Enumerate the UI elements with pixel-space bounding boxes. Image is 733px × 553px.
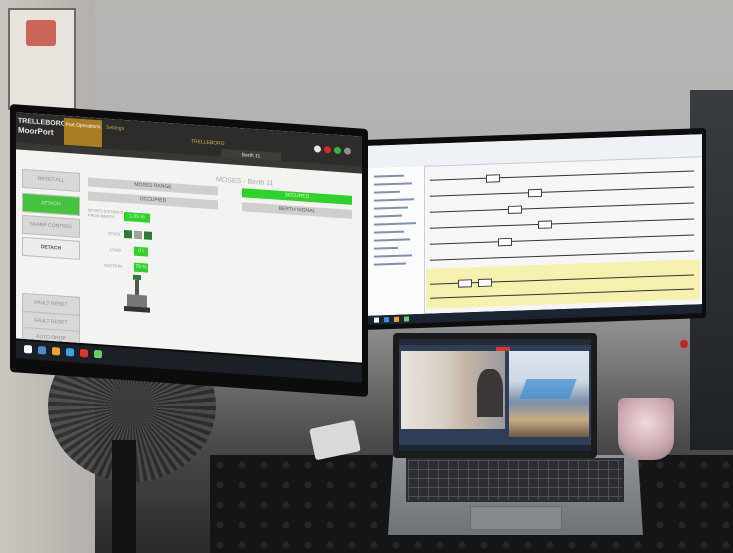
right-monitor	[364, 128, 706, 330]
left-monitor: TRELLEBORG MoorPort Port Operations Sett…	[10, 104, 368, 398]
rung-contact	[508, 205, 522, 214]
ladder-logic-window	[368, 134, 702, 316]
state-indicator-1	[124, 229, 132, 239]
toolbar-ribbon	[368, 134, 702, 169]
tab-settings[interactable]: Settings	[106, 125, 124, 132]
search-icon[interactable]	[384, 317, 389, 323]
laptop-keyboard	[406, 458, 624, 502]
project-tree	[368, 165, 425, 316]
rung-contact	[478, 278, 492, 288]
distance-value: 1.05 m	[124, 211, 150, 223]
start-icon[interactable]	[374, 317, 379, 323]
sharp-control-button[interactable]: SHARP CONTROL	[22, 214, 80, 238]
ladder-rung	[430, 218, 694, 229]
ladder-rung	[430, 170, 694, 181]
alarm-icon	[324, 145, 331, 154]
ok-icon	[334, 146, 341, 155]
laptop-touchpad	[470, 506, 562, 530]
rung-contact	[458, 279, 472, 288]
reset-all-button[interactable]: RESET ALL	[22, 168, 80, 192]
attach-button[interactable]: ATTACH	[22, 192, 80, 216]
berth-signal-field: BERTH SIGNAL	[242, 202, 352, 219]
center-logo: TRELLEBORG	[191, 138, 225, 148]
video-call-window	[399, 339, 591, 451]
drinking-glass	[618, 398, 674, 460]
search-icon[interactable]	[38, 345, 46, 355]
crane-in-feed	[519, 379, 577, 399]
state-indicator-3	[144, 231, 152, 240]
red-indicator-light	[680, 340, 688, 348]
tab-port-operations[interactable]: Port Operations	[64, 117, 102, 148]
laptop-screen	[393, 333, 597, 458]
ladder-rung	[430, 250, 694, 261]
rung-contact	[538, 220, 552, 229]
fan-stand	[112, 440, 136, 553]
ladder-rung	[430, 202, 694, 213]
start-icon[interactable]	[24, 344, 32, 354]
video-call-titlebar	[399, 339, 591, 345]
app-icon[interactable]	[80, 348, 88, 358]
suction-value: 75 %	[134, 262, 148, 273]
wall-poster	[8, 8, 76, 110]
state-indicator-2	[134, 230, 142, 240]
moorport-app-window: TRELLEBORG MoorPort Port Operations Sett…	[16, 112, 362, 363]
photo-scene: TRELLEBORG MoorPort Port Operations Sett…	[0, 0, 733, 553]
rung-contact	[528, 188, 542, 198]
user-icon	[344, 147, 351, 155]
distance-label: MOSES DISTANCE FROM BERTH	[88, 207, 124, 220]
ladder-rung	[430, 234, 694, 245]
rung-contact	[498, 237, 512, 247]
suction-label: SUCTION	[104, 262, 122, 269]
person-silhouette	[477, 369, 503, 417]
product-text: MoorPort	[18, 125, 54, 138]
laptop-taskbar	[399, 445, 591, 451]
rung-contact	[486, 174, 500, 183]
screen-title: MOSES - Berth 11	[216, 176, 274, 188]
load-value: 0 t	[134, 246, 148, 257]
cloud-icon	[314, 145, 321, 153]
app-logo: TRELLEBORG MoorPort	[18, 117, 66, 146]
app-icon[interactable]	[404, 316, 409, 322]
moses-unit-diagram	[124, 274, 150, 313]
ladder-rung	[430, 186, 694, 197]
detach-button[interactable]: DETACH	[22, 236, 80, 260]
browser-icon[interactable]	[66, 347, 74, 357]
load-label: LOAD	[110, 246, 121, 253]
explorer-icon[interactable]	[52, 346, 60, 356]
app-icon-2[interactable]	[94, 349, 102, 359]
explorer-icon[interactable]	[394, 316, 399, 322]
state-label: STATE	[108, 230, 121, 237]
